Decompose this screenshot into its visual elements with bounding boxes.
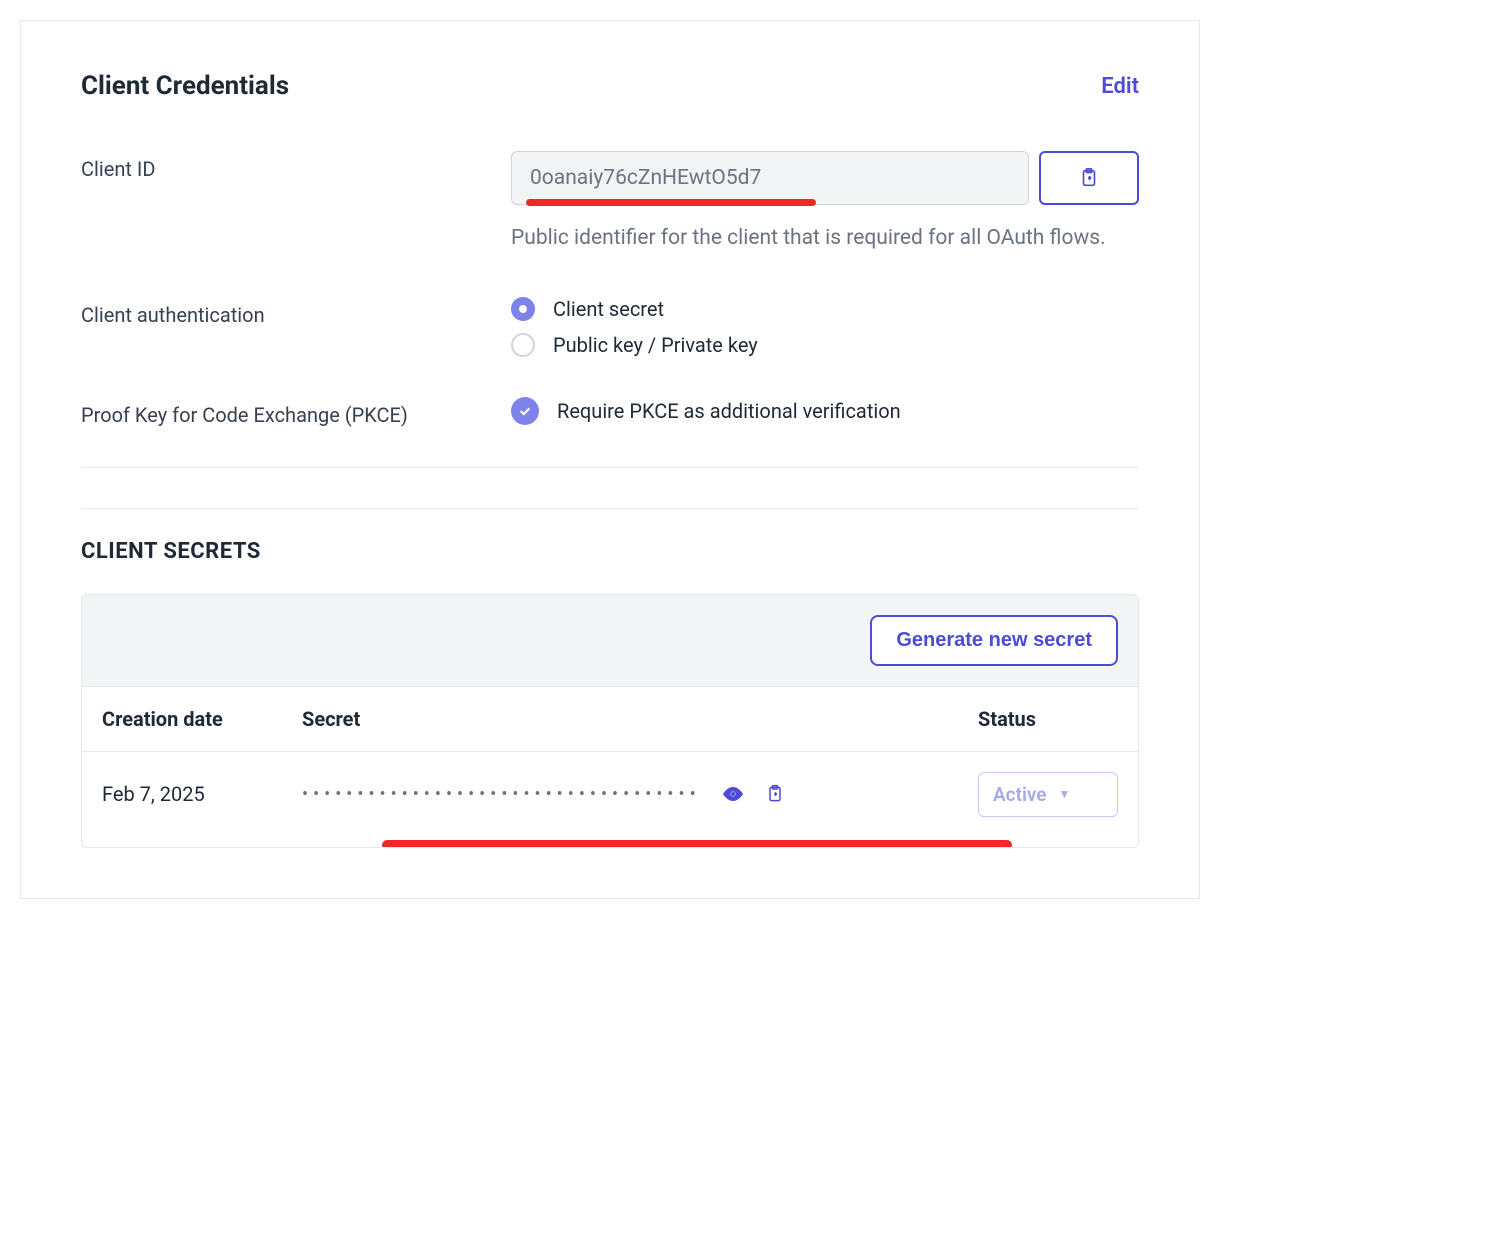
annotation-redline [526, 199, 816, 206]
secrets-toolbar: Generate new secret [82, 595, 1138, 687]
clipboard-icon [765, 783, 785, 805]
divider [81, 508, 1139, 509]
copy-secret-button[interactable] [765, 783, 785, 805]
copy-client-id-button[interactable] [1039, 151, 1139, 205]
client-secrets-table: Generate new secret Creation date Secret… [81, 594, 1139, 848]
client-id-content: 0oanaiy76cZnHEwtO5d7 Public identifier f… [511, 151, 1139, 257]
pkce-checkbox-row[interactable]: Require PKCE as additional verification [511, 397, 1139, 425]
client-id-help: Public identifier for the client that is… [511, 221, 1139, 257]
pkce-label: Proof Key for Code Exchange (PKCE) [81, 397, 511, 427]
radio-public-key[interactable]: Public key / Private key [511, 333, 1139, 357]
generate-new-secret-button[interactable]: Generate new secret [870, 615, 1118, 666]
secrets-table-row: Feb 7, 2025 ••••••••••••••••••••••••••••… [82, 752, 1138, 847]
radio-label: Client secret [553, 297, 664, 321]
reveal-secret-button[interactable] [721, 782, 745, 806]
clipboard-icon [1078, 166, 1100, 190]
client-id-label: Client ID [81, 151, 511, 181]
client-auth-label: Client authentication [81, 297, 511, 327]
checkbox-checked-icon [511, 397, 539, 425]
col-header-date: Creation date [102, 707, 302, 731]
radio-label: Public key / Private key [553, 333, 758, 357]
caret-down-icon: ▼ [1059, 787, 1071, 801]
secret-creation-date: Feb 7, 2025 [102, 782, 302, 806]
status-value: Active [993, 783, 1047, 806]
secret-status-dropdown[interactable]: Active ▼ [978, 772, 1118, 817]
annotation-redline [382, 840, 1012, 848]
secret-masked-value: •••••••••••••••••••••••••••••••••••• [302, 784, 701, 805]
col-header-secret: Secret [302, 707, 978, 731]
client-secrets-heading: CLIENT SECRETS [81, 539, 1139, 564]
checkmark-icon [518, 404, 532, 418]
radio-button-icon [511, 333, 535, 357]
client-id-value: 0oanaiy76cZnHEwtO5d7 [511, 151, 1029, 205]
client-auth-radio-group: Client secret Public key / Private key [511, 297, 1139, 357]
divider [81, 467, 1139, 468]
client-auth-field: Client authentication Client secret Publ… [81, 297, 1139, 357]
radio-button-icon [511, 297, 535, 321]
client-credentials-panel: Client Credentials Edit Client ID 0oanai… [20, 20, 1200, 899]
col-header-status: Status [978, 707, 1118, 731]
panel-title: Client Credentials [81, 71, 289, 101]
eye-icon [721, 782, 745, 806]
client-id-field: Client ID 0oanaiy76cZnHEwtO5d7 Public id… [81, 151, 1139, 257]
radio-client-secret[interactable]: Client secret [511, 297, 1139, 321]
client-id-text: 0oanaiy76cZnHEwtO5d7 [530, 166, 761, 190]
panel-header: Client Credentials Edit [81, 71, 1139, 101]
secrets-table-header: Creation date Secret Status [82, 687, 1138, 752]
pkce-field: Proof Key for Code Exchange (PKCE) Requi… [81, 397, 1139, 427]
edit-button[interactable]: Edit [1101, 74, 1139, 99]
pkce-checkbox-label: Require PKCE as additional verification [557, 399, 901, 423]
